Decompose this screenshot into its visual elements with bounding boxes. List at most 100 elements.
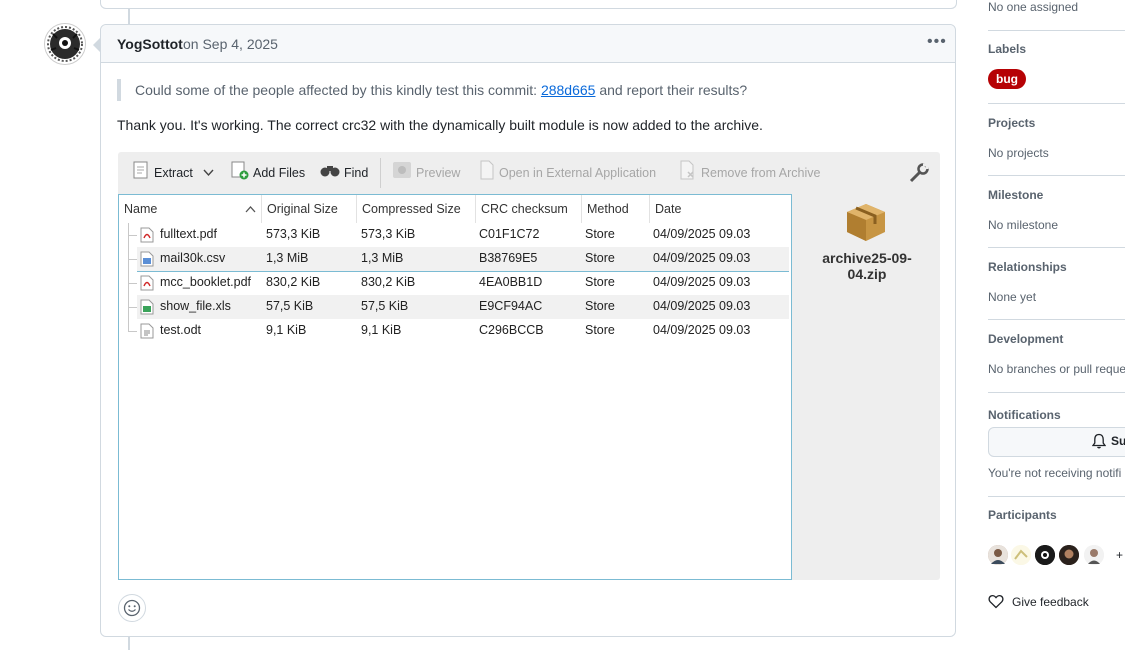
file-name: fulltext.pdf [160, 227, 217, 241]
file-name: mcc_booklet.pdf [160, 275, 252, 289]
chevron-down-icon[interactable] [203, 163, 214, 183]
open-external-label: Open in External Application [499, 166, 657, 180]
modified-date: 04/09/2025 09.03 [653, 299, 751, 313]
participant-avatar[interactable] [1011, 545, 1031, 565]
tree-branch [128, 235, 137, 236]
label-bug[interactable]: bug [988, 69, 1026, 89]
file-name: mail30k.csv [160, 251, 226, 265]
open-external-button[interactable]: Open in External Application [479, 160, 657, 186]
tree-line [128, 223, 129, 332]
remove-button[interactable]: Remove from Archive [679, 160, 821, 183]
assignees-value: No one assigned [988, 0, 1079, 14]
file-name: show_file.xls [160, 299, 231, 313]
modified-date: 04/09/2025 09.03 [653, 275, 751, 289]
compression-method: Store [585, 275, 615, 289]
pdf-file-icon [140, 227, 154, 246]
preview-button[interactable]: Preview [392, 162, 461, 183]
give-feedback-link[interactable]: Give feedback [1012, 595, 1089, 609]
tree-branch [128, 283, 137, 284]
notifications-heading: Notifications [988, 408, 1061, 422]
compressed-size: 573,3 KiB [361, 227, 416, 241]
crc-checksum: C296BCCB [479, 323, 544, 337]
table-row[interactable]: test.odt 9,1 KiB 9,1 KiB C296BCCB Store 04/09… [137, 319, 789, 343]
preview-label: Preview [416, 166, 461, 180]
sidebar-divider [988, 496, 1125, 497]
add-files-label: Add Files [253, 166, 306, 180]
extract-icon [132, 160, 150, 186]
comment-card: YogSottot on Sep 4, 2025 ••• Could some … [93, 24, 956, 637]
participants-more[interactable]: + [1116, 548, 1123, 562]
extract-button[interactable]: Extract [132, 160, 214, 186]
table-row[interactable]: mcc_booklet.pdf 830,2 KiB 830,2 KiB 4EA0BB1… [137, 271, 789, 295]
add-files-button[interactable]: Add Files [231, 161, 306, 183]
comment-options-icon[interactable]: ••• [927, 33, 947, 51]
labels-heading[interactable]: Labels [988, 42, 1026, 56]
notifications-value: You're not receiving notifi [988, 466, 1122, 480]
tree-branch [128, 331, 137, 332]
relationships-value: None yet [988, 290, 1037, 304]
archive-manager-screenshot: Extract Add Files Find Preview Open in E… [118, 152, 940, 580]
sidebar-divider [988, 175, 1125, 176]
row-focus-outline [137, 271, 789, 272]
quoted-text: Could some of the people affected by thi… [117, 79, 747, 101]
compressed-size: 9,1 KiB [361, 323, 402, 337]
column-header-crc[interactable]: CRC checksum [476, 195, 582, 223]
tree-branch [128, 307, 137, 308]
column-header-name[interactable]: Name [119, 195, 262, 223]
sidebar-divider [988, 103, 1125, 104]
participant-avatar[interactable] [1059, 545, 1079, 565]
pdf-file-icon [140, 275, 154, 294]
heart-icon [988, 594, 1004, 614]
subscribe-button[interactable]: Su [988, 427, 1125, 457]
remove-label: Remove from Archive [701, 166, 821, 180]
column-header-method[interactable]: Method [582, 195, 650, 223]
participant-avatar[interactable] [1035, 545, 1055, 565]
comment-body: Thank you. It's working. The correct crc… [117, 117, 763, 133]
archive-name: archive25-09-04.zip [822, 250, 912, 282]
compression-method: Store [585, 251, 615, 265]
extract-label: Extract [154, 166, 193, 180]
spreadsheet-file-icon [140, 299, 154, 318]
commit-link[interactable]: 288d665 [541, 82, 596, 98]
participant-avatar[interactable] [1084, 545, 1104, 565]
table-row[interactable]: show_file.xls 57,5 KiB 57,5 KiB E9CF94AC Sto… [137, 295, 789, 319]
author-avatar[interactable] [44, 23, 86, 65]
compressed-size: 830,2 KiB [361, 275, 416, 289]
projects-value: No projects [988, 146, 1049, 160]
milestone-heading[interactable]: Milestone [988, 188, 1043, 202]
column-header-original-size[interactable]: Original Size [262, 195, 357, 223]
table-row[interactable]: fulltext.pdf 573,3 KiB 573,3 KiB C01F1C72 St… [137, 223, 789, 247]
find-button[interactable]: Find [320, 163, 368, 183]
participants-heading: Participants [988, 508, 1057, 522]
crc-checksum: B38769E5 [479, 251, 538, 265]
file-name: test.odt [160, 323, 201, 337]
relationships-heading[interactable]: Relationships [988, 260, 1067, 274]
original-size: 9,1 KiB [266, 323, 307, 337]
add-reaction-button[interactable] [118, 594, 146, 622]
table-row[interactable]: mail30k.csv 1,3 MiB 1,3 MiB B38769E5 Store 04… [137, 247, 789, 271]
crc-checksum: 4EA0BB1D [479, 275, 543, 289]
comment-date[interactable]: on Sep 4, 2025 [183, 36, 278, 52]
document-icon [479, 160, 495, 186]
tree-branch [128, 259, 137, 260]
comment-author[interactable]: YogSottot [117, 36, 183, 52]
projects-heading[interactable]: Projects [988, 116, 1035, 130]
development-heading[interactable]: Development [988, 332, 1063, 346]
sidebar-divider [988, 30, 1125, 31]
quote-text-after: and report their results? [595, 82, 748, 98]
subscribe-label: Su [1111, 434, 1125, 448]
sidebar-divider [988, 319, 1125, 320]
toolbar-separator [380, 158, 381, 188]
zip-archive-icon [843, 198, 889, 249]
previous-comment-card [100, 0, 957, 9]
column-header-date[interactable]: Date [650, 195, 789, 223]
compression-method: Store [585, 227, 615, 241]
participant-avatar[interactable] [988, 545, 1008, 565]
development-value: No branches or pull reque [988, 362, 1125, 376]
csv-file-icon [140, 251, 154, 270]
find-label: Find [344, 166, 369, 180]
column-header-compressed-size[interactable]: Compressed Size [357, 195, 476, 223]
original-size: 1,3 MiB [266, 251, 309, 265]
wrench-icon[interactable] [908, 162, 930, 189]
file-list[interactable]: Name Original Size Compressed Size CRC c… [118, 194, 792, 580]
